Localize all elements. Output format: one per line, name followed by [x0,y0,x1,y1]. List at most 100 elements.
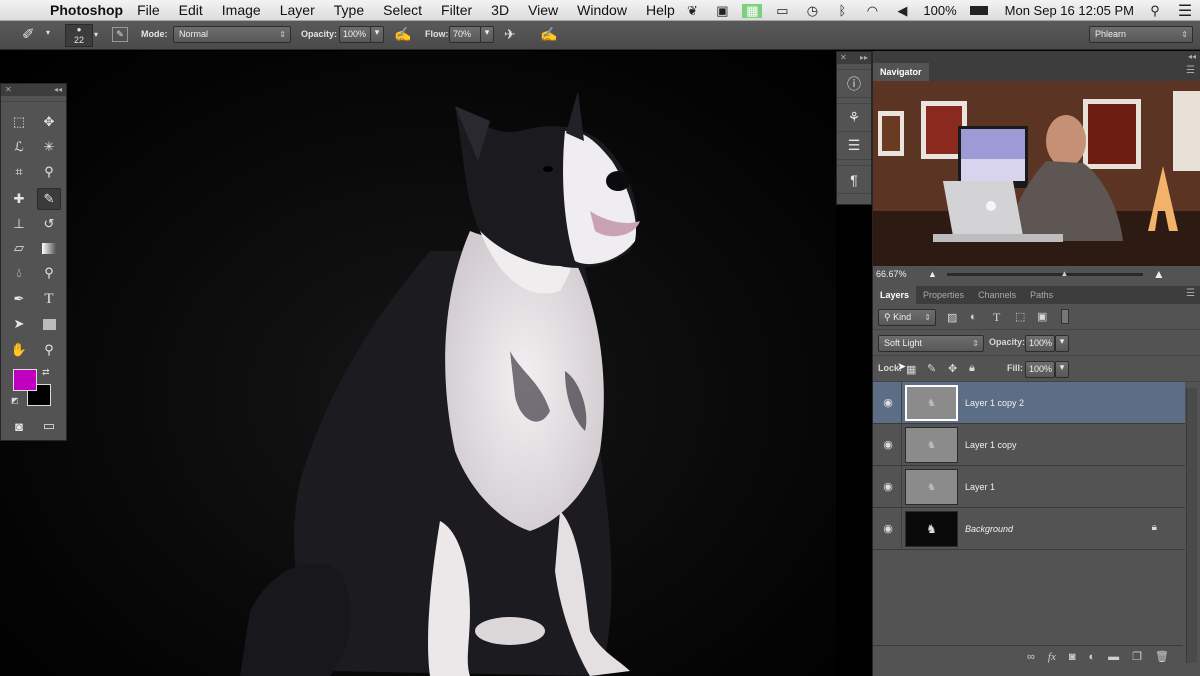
screen-mode-icon[interactable]: ▭ [37,415,61,437]
blur-tool[interactable]: 💧︎ [7,262,31,284]
new-group-icon[interactable]: ▬ [1108,651,1119,663]
type-tool[interactable]: T [37,288,61,310]
brush-tool[interactable]: ✎ [37,188,61,210]
volume-icon[interactable]: ◀ [892,3,912,18]
eraser-tool[interactable]: ▱ [7,237,31,259]
tab-properties[interactable]: Properties [916,286,971,304]
visibility-eye-icon[interactable]: ◉ [881,396,895,410]
tab-navigator[interactable]: Navigator [873,63,929,81]
menu-layer[interactable]: Layer [280,2,315,18]
history-brush-tool[interactable]: ↺ [37,213,61,235]
lasso-tool[interactable]: ℒ [7,136,31,158]
collapsed-panels-header[interactable]: ✕ ▸▸ [837,52,871,64]
pressure-opacity-icon[interactable]: ✍ [394,26,411,43]
evernote-icon[interactable]: ❦ [682,3,702,18]
window-icon[interactable]: ▣ [712,3,732,18]
menu-image[interactable]: Image [222,2,261,18]
delete-layer-icon[interactable]: 🗑︎ [1155,650,1169,663]
layer-name[interactable]: Background [965,524,1013,534]
visibility-eye-icon[interactable]: ◉ [881,522,895,536]
brush-presets-icon[interactable]: ⚘ [837,104,871,132]
filter-pixel-icon[interactable]: ▨ [947,311,957,324]
brush-picker-chevron-icon[interactable]: ▾ [94,30,98,39]
flow-slider-toggle[interactable]: ▾ [480,26,494,43]
fill-toggle[interactable]: ▾ [1055,361,1069,378]
lock-transparency-icon[interactable]: ▦ [906,363,916,376]
bluetooth-icon[interactable]: ᛒ [832,3,852,18]
mode-select[interactable]: Normal ⇕ [173,26,291,43]
menu-edit[interactable]: Edit [179,2,203,18]
brush-tool-icon[interactable]: ✐ [22,25,35,43]
filter-toggle-icon[interactable] [1061,309,1069,324]
zoom-in-icon[interactable]: ▲ [1153,267,1165,281]
info-icon[interactable]: ⓘ [837,70,871,98]
clone-stamp-tool[interactable]: ⊥ [7,213,31,235]
close-icon[interactable]: ✕ [840,52,847,64]
brush-panel-icon[interactable]: ✎ [112,27,128,42]
time-machine-icon[interactable]: ◷ [802,3,822,18]
tab-channels[interactable]: Channels [971,286,1023,304]
healing-brush-tool[interactable]: ✚ [7,188,31,210]
layer-name[interactable]: Layer 1 copy [965,440,1017,450]
grid-icon[interactable]: ▦ [742,3,763,18]
pen-tool[interactable]: ✒ [7,288,31,310]
marquee-tool[interactable]: ⬚ [7,111,31,133]
add-mask-icon[interactable]: ◙ [1069,651,1076,663]
tool-preset-chevron-icon[interactable]: ▾ [46,28,50,37]
close-icon[interactable]: ✕ [5,84,12,96]
hand-tool[interactable]: ✋ [7,339,31,361]
wifi-icon[interactable]: ◠ [862,3,882,18]
character-styles-icon[interactable]: ¶ [837,166,871,194]
zoom-value[interactable]: 66.67% [876,269,928,279]
layer-opacity-field[interactable]: 100% [1025,335,1055,352]
brush-size-picker[interactable]: ● 22 [65,24,93,47]
document-canvas[interactable] [0,51,836,676]
menu-3d[interactable]: 3D [491,2,509,18]
swap-colors-icon[interactable]: ⇄ [42,367,50,378]
lock-icon[interactable]: 🔒︎ [1152,522,1157,533]
menu-filter[interactable]: Filter [441,2,472,18]
opacity-field[interactable]: 100% [339,26,371,43]
layer-name[interactable]: Layer 1 copy 2 [965,398,1024,408]
path-selection-tool[interactable]: ➤ [7,313,31,335]
tab-layers[interactable]: Layers [873,286,917,304]
fill-field[interactable]: 100% [1025,361,1055,378]
eyedropper-tool[interactable]: ⚲ [37,161,61,183]
filter-adjustment-icon[interactable]: ◐ [970,311,977,323]
layer-name[interactable]: Layer 1 [965,482,995,492]
filter-shape-icon[interactable]: ⬚ [1015,310,1025,323]
menu-view[interactable]: View [528,2,558,18]
battery-icon[interactable] [968,4,990,18]
menu-type[interactable]: Type [334,2,364,18]
tools-panel-header[interactable]: ✕ ◂◂ [1,84,66,96]
airplay-icon[interactable]: ▭ [772,3,792,18]
zoom-out-icon[interactable]: ▲ [928,269,937,279]
new-layer-icon[interactable]: ❐ [1132,650,1142,663]
workspace-select[interactable]: Phlearn ⇕ [1089,26,1193,43]
layer-opacity-toggle[interactable]: ▾ [1055,335,1069,352]
layers-scrollbar[interactable] [1186,388,1197,663]
collapse-icon[interactable]: ◂◂ [54,84,62,96]
magic-wand-tool[interactable]: ✳ [37,136,61,158]
clock[interactable]: Mon Sep 16 12:05 PM [1005,3,1134,18]
lock-pixels-icon[interactable]: ✎ [927,362,936,375]
zoom-slider-thumb[interactable]: ▲ [1061,269,1069,278]
spotlight-icon[interactable]: ⚲ [1145,3,1165,18]
app-menu[interactable]: Photoshop [50,2,123,18]
adjustments-sliders-icon[interactable]: ☰ [837,132,871,160]
menu-file[interactable]: File [137,2,160,18]
blend-mode-select[interactable]: Soft Light ⇕ [878,335,984,352]
foreground-color-swatch[interactable] [13,369,37,391]
adjustment-layer-icon[interactable]: ◐ [1089,651,1096,663]
flow-field[interactable]: 70% [449,26,481,43]
expand-icon[interactable]: ▸▸ [860,52,868,64]
opacity-slider-toggle[interactable]: ▾ [370,26,384,43]
fx-icon[interactable]: fx [1048,651,1056,663]
menu-select[interactable]: Select [383,2,422,18]
quick-mask-icon[interactable]: ◙ [7,415,31,437]
dodge-tool[interactable]: ⚲ [37,262,61,284]
menu-window[interactable]: Window [577,2,627,18]
notification-center-icon[interactable]: ☰ [1175,3,1195,20]
layer-row[interactable]: ◉ ♞ Layer 1 copy [873,424,1185,466]
lock-all-icon[interactable]: 🔒︎ [969,362,975,375]
